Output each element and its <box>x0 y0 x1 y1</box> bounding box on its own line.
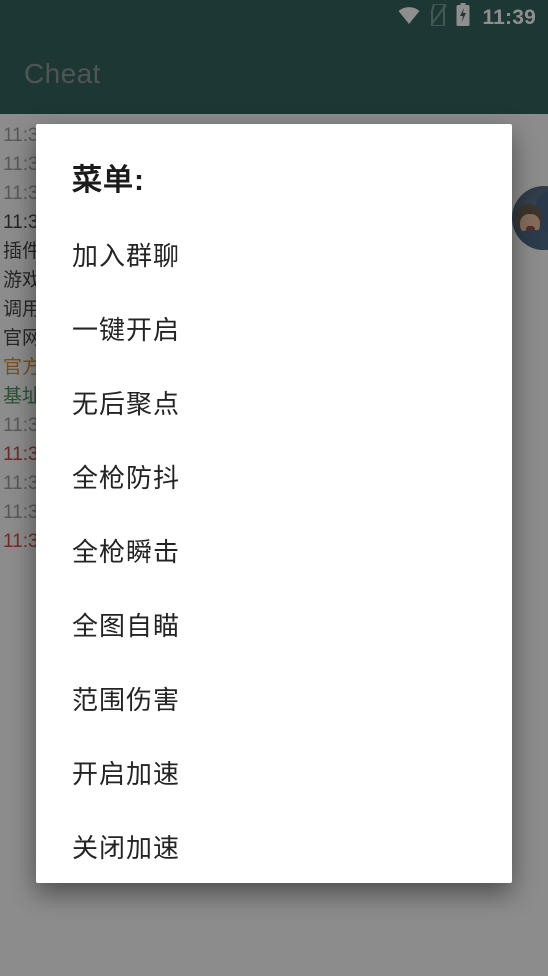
menu-item-2[interactable]: 一键开启 <box>36 293 512 367</box>
menu-item-list: 加入群聊 一键开启 无后聚点 全枪防抖 全枪瞬击 全图自瞄 范围伤害 开启加速 关闭加速 <box>36 219 512 883</box>
menu-item-1[interactable]: 加入群聊 <box>36 219 512 293</box>
menu-item-5[interactable]: 全枪瞬击 <box>36 515 512 589</box>
menu-item-6[interactable]: 全图自瞄 <box>36 589 512 663</box>
menu-item-8[interactable]: 开启加速 <box>36 737 512 811</box>
menu-item-7[interactable]: 范围伤害 <box>36 663 512 737</box>
menu-item-3[interactable]: 无后聚点 <box>36 367 512 441</box>
menu-dialog-title: 菜单: <box>72 164 145 197</box>
menu-item-4[interactable]: 全枪防抖 <box>36 441 512 515</box>
menu-item-9[interactable]: 关闭加速 <box>36 811 512 883</box>
menu-dialog: 菜单: 加入群聊 一键开启 无后聚点 全枪防抖 全枪瞬击 全图自瞄 范围伤害 开启加速 关闭加速 <box>36 124 512 883</box>
